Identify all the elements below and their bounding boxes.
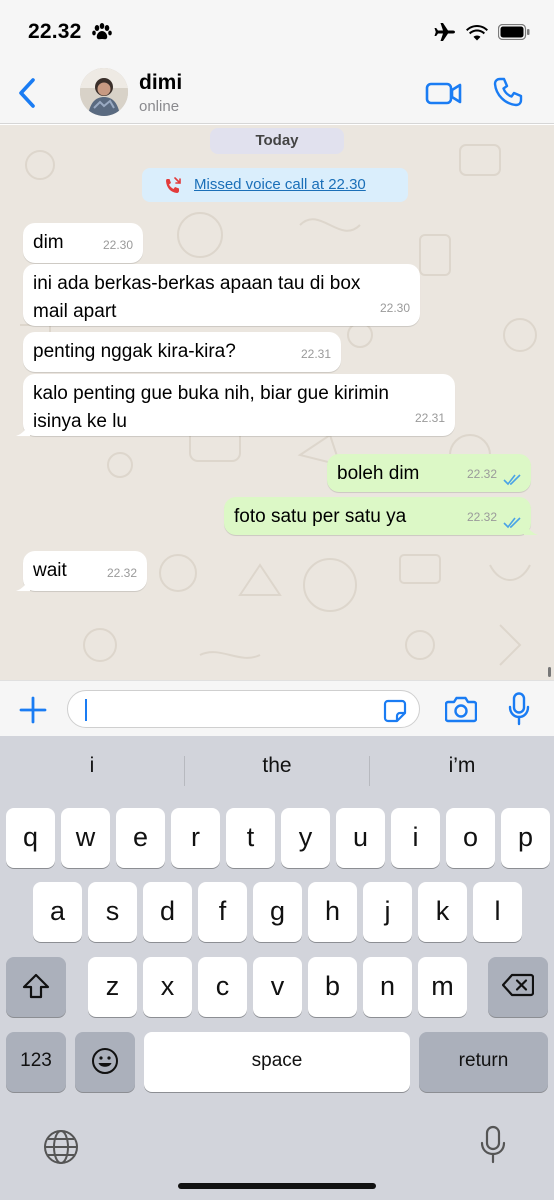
message-bubble[interactable]: boleh dim 22.32 [327, 454, 531, 492]
keyboard: i the i’m q w e r t y u i o p a s d f g … [0, 736, 554, 1200]
message-text: foto satu per satu ya [234, 506, 407, 527]
message-text: dim [33, 232, 64, 253]
key-d[interactable]: d [143, 882, 192, 942]
day-separator: Today [210, 128, 344, 154]
message-time: 22.31 [300, 347, 331, 361]
read-ticks-icon [503, 517, 521, 529]
shift-key[interactable] [6, 957, 66, 1017]
key-x[interactable]: x [143, 957, 192, 1017]
home-indicator[interactable] [178, 1183, 376, 1189]
key-j[interactable]: j [363, 882, 412, 942]
message-bubble[interactable]: foto satu per satu ya 22.32 [224, 497, 538, 535]
key-k[interactable]: k [418, 882, 467, 942]
message-time: 22.32 [466, 510, 497, 524]
key-m[interactable]: m [418, 957, 467, 1017]
avatar[interactable] [80, 68, 128, 116]
missed-call-notice[interactable]: Missed voice call at 22.30 [142, 168, 408, 202]
message-bubble[interactable]: kalo penting gue buka nih, biar gue kiri… [16, 374, 455, 436]
video-call-icon[interactable] [425, 78, 463, 108]
missed-call-text[interactable]: Missed voice call at 22.30 [194, 176, 366, 193]
message-text: wait [33, 560, 67, 581]
key-a[interactable]: a [33, 882, 82, 942]
return-key[interactable]: return [419, 1032, 548, 1092]
message-input[interactable] [67, 690, 420, 728]
suggestion-item[interactable]: i [0, 754, 184, 778]
read-ticks-icon [503, 474, 521, 486]
suggestion-bar: i the i’m [0, 736, 554, 804]
plus-icon[interactable] [18, 695, 48, 725]
key-h[interactable]: h [308, 882, 357, 942]
key-v[interactable]: v [253, 957, 302, 1017]
airplane-icon [434, 23, 455, 41]
globe-icon[interactable] [42, 1128, 80, 1166]
key-w[interactable]: w [61, 808, 110, 868]
paw-icon [92, 23, 112, 40]
key-s[interactable]: s [88, 882, 137, 942]
key-u[interactable]: u [336, 808, 385, 868]
suggestion-item[interactable]: the [185, 754, 369, 778]
message-bubble[interactable]: wait 22.32 [16, 551, 147, 591]
key-z[interactable]: z [88, 957, 137, 1017]
key-b[interactable]: b [308, 957, 357, 1017]
backspace-icon [501, 973, 535, 997]
composer-bar [0, 680, 554, 736]
key-y[interactable]: y [281, 808, 330, 868]
numbers-key[interactable]: 123 [6, 1032, 66, 1092]
missed-call-icon [166, 177, 181, 193]
contact-status: online [139, 98, 180, 115]
key-i[interactable]: i [391, 808, 440, 868]
message-text: penting nggak kira-kira? [33, 341, 236, 362]
microphone-icon[interactable] [508, 692, 530, 726]
camera-icon[interactable] [445, 695, 477, 723]
key-r[interactable]: r [171, 808, 220, 868]
message-time: 22.30 [102, 238, 133, 252]
dictation-mic-icon[interactable] [480, 1125, 506, 1165]
message-text: ini ada berkas-berkas apaan tau di box m… [33, 273, 361, 322]
back-chevron-icon[interactable] [14, 76, 42, 110]
suggestion-item[interactable]: i’m [370, 754, 554, 778]
key-e[interactable]: e [116, 808, 165, 868]
key-c[interactable]: c [198, 957, 247, 1017]
bubble-tail [524, 521, 538, 535]
key-g[interactable]: g [253, 882, 302, 942]
bubble-tail [16, 422, 30, 436]
chat-area[interactable]: Today Missed voice call at 22.30 dim 22.… [0, 125, 554, 680]
status-bar: 22.32 [0, 0, 554, 62]
key-f[interactable]: f [198, 882, 247, 942]
status-time: 22.32 [28, 20, 82, 43]
message-text: kalo penting gue buka nih, biar gue kiri… [33, 383, 389, 432]
key-q[interactable]: q [6, 808, 55, 868]
backspace-key[interactable] [488, 957, 548, 1017]
bubble-tail [16, 577, 30, 591]
scroll-indicator[interactable] [548, 667, 551, 677]
shift-icon [22, 973, 50, 999]
wifi-icon [466, 24, 488, 40]
space-key[interactable]: space [144, 1032, 410, 1092]
message-text: boleh dim [337, 463, 420, 484]
phone-icon[interactable] [492, 76, 524, 108]
message-time: 22.30 [379, 301, 410, 315]
key-n[interactable]: n [363, 957, 412, 1017]
emoji-icon [92, 1048, 118, 1074]
message-time: 22.32 [106, 566, 137, 580]
message-time: 22.32 [466, 467, 497, 481]
battery-icon [498, 24, 530, 40]
message-bubble[interactable]: dim 22.30 [23, 223, 143, 263]
key-l[interactable]: l [473, 882, 522, 942]
sticker-icon[interactable] [383, 699, 407, 723]
key-t[interactable]: t [226, 808, 275, 868]
text-cursor [85, 699, 87, 721]
message-time: 22.31 [414, 411, 445, 425]
message-bubble[interactable]: penting nggak kira-kira? 22.31 [23, 332, 341, 372]
emoji-key[interactable] [75, 1032, 135, 1092]
message-bubble[interactable]: ini ada berkas-berkas apaan tau di box m… [23, 264, 420, 326]
contact-name[interactable]: dimi [139, 71, 182, 95]
key-o[interactable]: o [446, 808, 495, 868]
chat-header: dimi online [0, 62, 554, 124]
key-p[interactable]: p [501, 808, 550, 868]
